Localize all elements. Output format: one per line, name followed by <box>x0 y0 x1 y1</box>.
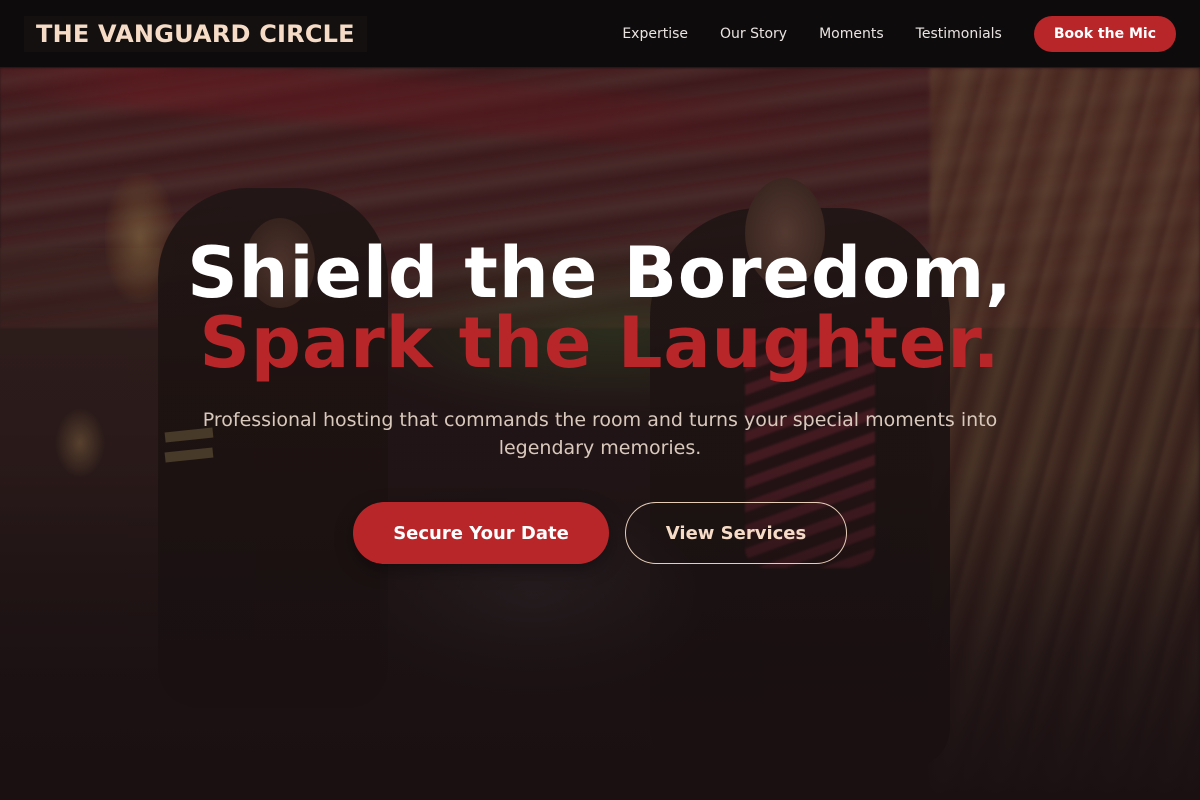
main-nav: Expertise Our Story Moments Testimonials… <box>622 15 1176 52</box>
nav-link-expertise[interactable]: Expertise <box>622 26 688 42</box>
nav-link-moments[interactable]: Moments <box>819 26 884 42</box>
nav-link-testimonials[interactable]: Testimonials <box>916 26 1002 42</box>
hero-headline: Shield the Boredom, Spark the Laughter. <box>0 238 1200 378</box>
hero-subtitle: Professional hosting that commands the r… <box>202 409 998 459</box>
nav-link-our-story[interactable]: Our Story <box>720 26 787 42</box>
headline-line-1: Shield the Boredom, <box>187 232 1013 314</box>
headline-line-2: Spark the Laughter. <box>199 302 1001 384</box>
brand-logo[interactable]: THE VANGUARD CIRCLE <box>24 15 367 52</box>
hero-cta-group: Secure Your Date View Services <box>0 502 1200 564</box>
book-the-mic-button[interactable]: Book the Mic <box>1033 15 1176 52</box>
view-services-button[interactable]: View Services <box>625 502 847 564</box>
hero-content: Shield the Boredom, Spark the Laughter. … <box>0 68 1200 564</box>
secure-your-date-button[interactable]: Secure Your Date <box>353 502 609 564</box>
site-header: THE VANGUARD CIRCLE Expertise Our Story … <box>0 0 1200 68</box>
